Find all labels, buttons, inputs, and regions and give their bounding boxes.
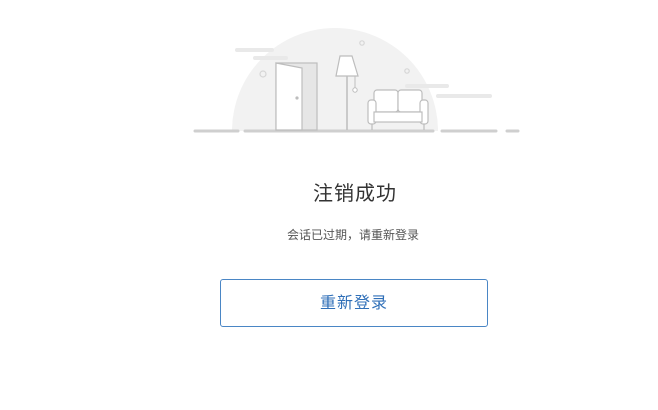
logout-success-page: 注销成功 会话已过期，请重新登录 重新登录 <box>0 0 658 410</box>
session-expired-message: 会话已过期，请重新登录 <box>286 228 419 242</box>
door-icon <box>275 62 318 131</box>
empty-room-illustration <box>193 28 520 133</box>
relogin-button[interactable]: 重新登录 <box>220 279 488 327</box>
page-title: 注销成功 <box>313 181 397 205</box>
